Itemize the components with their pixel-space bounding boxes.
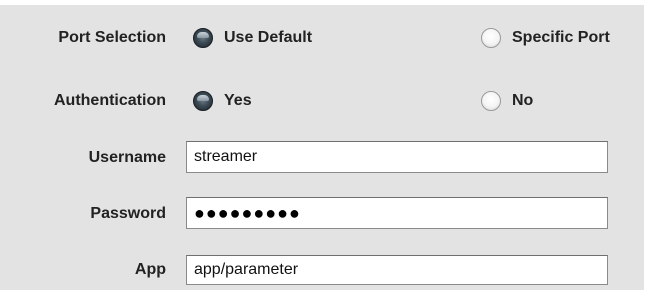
username-input[interactable]: [186, 141, 608, 173]
radio-unselected-icon: [481, 91, 501, 111]
auth-yes-label: Yes: [224, 92, 252, 109]
port-selection-label: Port Selection: [58, 29, 166, 46]
radio-selected-icon: [193, 91, 213, 111]
specific-port-label: Specific Port: [512, 29, 610, 46]
app-label: App: [134, 261, 166, 278]
auth-yes-radio[interactable]: Yes: [193, 91, 252, 111]
password-label: Password: [90, 205, 166, 222]
password-input[interactable]: [186, 197, 608, 229]
use-default-radio[interactable]: Use Default: [193, 28, 312, 48]
auth-no-radio[interactable]: No: [481, 91, 533, 111]
radio-selected-icon: [193, 28, 213, 48]
use-default-label: Use Default: [224, 29, 313, 46]
specific-port-radio[interactable]: Specific Port: [481, 28, 610, 48]
app-input[interactable]: [186, 255, 608, 285]
auth-no-label: No: [512, 92, 534, 109]
username-label: Username: [88, 149, 166, 166]
authentication-label: Authentication: [54, 92, 166, 109]
radio-unselected-icon: [481, 28, 501, 48]
settings-panel: Port Selection Use Default Specific Port…: [0, 5, 644, 290]
